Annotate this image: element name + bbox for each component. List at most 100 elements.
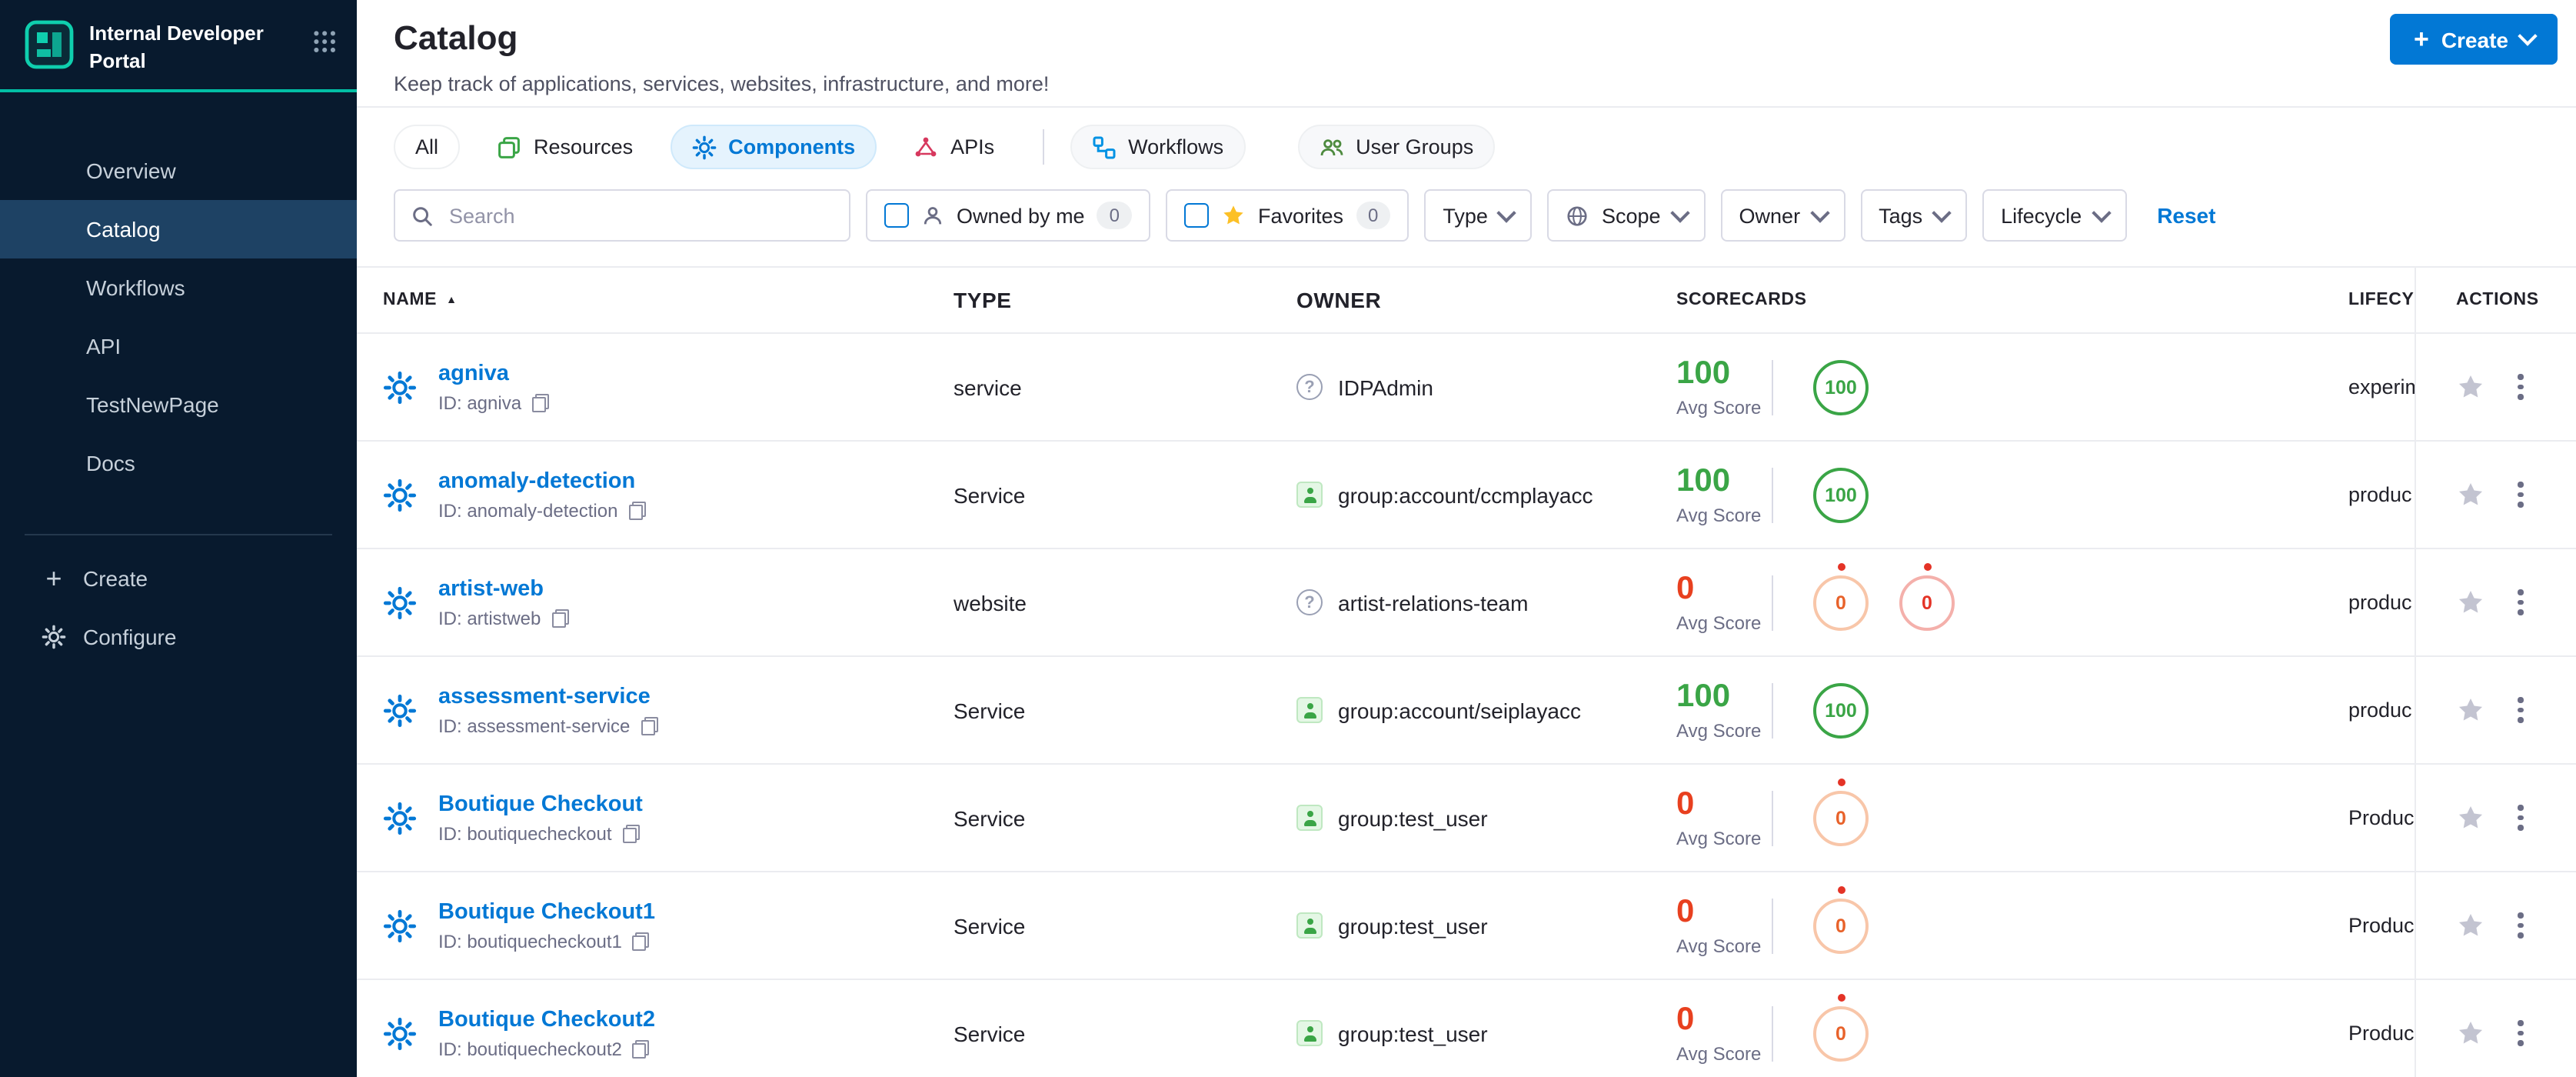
tab-apis-label: APIs: [950, 135, 995, 158]
alert-dot-icon: [1838, 993, 1845, 1001]
copy-icon[interactable]: [632, 932, 650, 950]
component-id: ID: anomaly-detection: [438, 499, 618, 521]
sidebar-item-api[interactable]: API: [0, 317, 357, 375]
search-input[interactable]: [446, 202, 834, 228]
filter-bar: Owned by me 0 Favorites 0 Type Scope Own…: [357, 186, 2576, 266]
create-button[interactable]: Create: [2390, 14, 2558, 65]
group-icon: [1296, 805, 1323, 831]
group-icon: [1296, 912, 1323, 939]
owner-label: group:account/ccmplayacc: [1338, 482, 1593, 507]
favorite-star-icon[interactable]: [2456, 695, 2485, 725]
tab-apis[interactable]: APIs: [892, 125, 1016, 169]
lifecycle-value: produc: [2348, 699, 2412, 722]
sidebar-item-testnewpage[interactable]: TestNewPage: [0, 375, 357, 434]
component-name-link[interactable]: anomaly-detection: [438, 468, 645, 493]
avg-score-value: 100: [1676, 355, 1731, 390]
owned-by-me-filter[interactable]: Owned by me 0: [866, 189, 1150, 242]
scorecard-badge[interactable]: 100: [1813, 359, 1869, 415]
component-name-link[interactable]: Boutique Checkout: [438, 792, 643, 816]
alert-dot-icon: [1838, 885, 1845, 893]
page-header: Catalog Keep track of applications, serv…: [357, 0, 2576, 108]
scorecard-badge[interactable]: 0: [1813, 778, 1869, 845]
scorecard-badge[interactable]: 0: [1813, 993, 1869, 1061]
tab-workflows[interactable]: Workflows: [1070, 125, 1246, 169]
score-divider: [1772, 359, 1773, 415]
component-type: Service: [954, 1021, 1026, 1045]
copy-icon[interactable]: [641, 716, 658, 735]
app-switcher-icon[interactable]: [312, 29, 335, 52]
sidebar-configure-button[interactable]: Configure: [0, 608, 357, 666]
component-id: ID: agniva: [438, 392, 522, 413]
more-actions-icon[interactable]: [2511, 476, 2529, 514]
search-icon: [411, 204, 434, 227]
tab-user-groups[interactable]: User Groups: [1297, 125, 1496, 169]
favorite-star-icon[interactable]: [2456, 588, 2485, 617]
scorecard-badge[interactable]: 100: [1813, 467, 1869, 522]
component-name-link[interactable]: agniva: [438, 361, 549, 385]
more-actions-icon[interactable]: [2511, 368, 2529, 406]
component-id: ID: artistweb: [438, 607, 541, 629]
component-name-link[interactable]: Boutique Checkout1: [438, 899, 655, 924]
tab-resources[interactable]: Resources: [475, 125, 654, 169]
tab-all[interactable]: All: [394, 125, 461, 169]
sidebar: Internal Developer Portal Overview Catal…: [0, 0, 357, 1077]
favorite-star-icon[interactable]: [2456, 803, 2485, 832]
sidebar-item-docs[interactable]: Docs: [0, 434, 357, 492]
column-header-type[interactable]: TYPE: [954, 288, 1296, 312]
tags-dropdown-label: Tags: [1879, 204, 1923, 227]
favorite-star-icon[interactable]: [2456, 480, 2485, 509]
copy-icon[interactable]: [632, 1039, 650, 1058]
copy-icon[interactable]: [551, 609, 569, 627]
scorecard-badge[interactable]: 0: [1813, 885, 1869, 953]
sidebar-item-overview[interactable]: Overview: [0, 142, 357, 200]
favorite-star-icon[interactable]: [2456, 1019, 2485, 1048]
tabs-divider: [1042, 129, 1044, 165]
tab-components[interactable]: Components: [670, 125, 877, 169]
scope-dropdown[interactable]: Scope: [1547, 189, 1706, 242]
owner-dropdown[interactable]: Owner: [1720, 189, 1845, 242]
component-name-link[interactable]: assessment-service: [438, 684, 657, 709]
column-header-scorecards[interactable]: SCORECARDS: [1676, 291, 2348, 309]
tab-workflows-label: Workflows: [1128, 135, 1224, 158]
favorite-star-icon[interactable]: [2456, 911, 2485, 940]
more-actions-icon[interactable]: [2511, 907, 2529, 945]
component-type: Service: [954, 805, 1026, 830]
lifecycle-dropdown[interactable]: Lifecycle: [1982, 189, 2127, 242]
favorites-checkbox[interactable]: [1183, 203, 1209, 228]
tab-all-label: All: [415, 135, 439, 158]
more-actions-icon[interactable]: [2511, 584, 2529, 622]
tags-dropdown[interactable]: Tags: [1860, 189, 1968, 242]
favorites-label: Favorites: [1257, 204, 1344, 227]
favorites-filter[interactable]: Favorites 0: [1165, 189, 1409, 242]
column-header-owner[interactable]: OWNER: [1296, 288, 1676, 312]
reset-filters-link[interactable]: Reset: [2157, 203, 2215, 228]
chevron-down-icon: [2091, 202, 2111, 222]
scorecard-badge[interactable]: 100: [1813, 682, 1869, 738]
copy-icon[interactable]: [628, 501, 646, 519]
more-actions-icon[interactable]: [2511, 1015, 2529, 1052]
main-content: Catalog Keep track of applications, serv…: [357, 0, 2576, 1077]
owned-by-me-checkbox[interactable]: [884, 203, 909, 228]
sidebar-create-button[interactable]: Create: [0, 549, 357, 608]
copy-icon[interactable]: [532, 393, 550, 412]
sidebar-item-workflows[interactable]: Workflows: [0, 258, 357, 317]
score-divider: [1772, 1005, 1773, 1061]
column-header-lifecycle[interactable]: LIFECYCLE: [2348, 291, 2415, 309]
more-actions-icon[interactable]: [2511, 692, 2529, 729]
sidebar-item-catalog[interactable]: Catalog: [0, 200, 357, 259]
column-header-name[interactable]: NAME: [357, 291, 954, 309]
type-dropdown[interactable]: Type: [1424, 189, 1533, 242]
component-name-link[interactable]: artist-web: [438, 576, 568, 601]
favorite-star-icon[interactable]: [2456, 372, 2485, 402]
lifecycle-value: Produc: [2348, 1022, 2415, 1045]
more-actions-icon[interactable]: [2511, 799, 2529, 837]
scorecard-badge[interactable]: 0: [1813, 562, 1869, 630]
copy-icon[interactable]: [622, 824, 640, 842]
avg-score-label: Avg Score: [1676, 504, 1762, 525]
avg-score-label: Avg Score: [1676, 612, 1762, 633]
chevron-down-icon: [1669, 202, 1690, 222]
component-name-link[interactable]: Boutique Checkout2: [438, 1007, 655, 1032]
scorecard-badge[interactable]: 0: [1899, 562, 1955, 630]
type-dropdown-label: Type: [1443, 204, 1488, 227]
plus-icon: [2414, 24, 2429, 55]
